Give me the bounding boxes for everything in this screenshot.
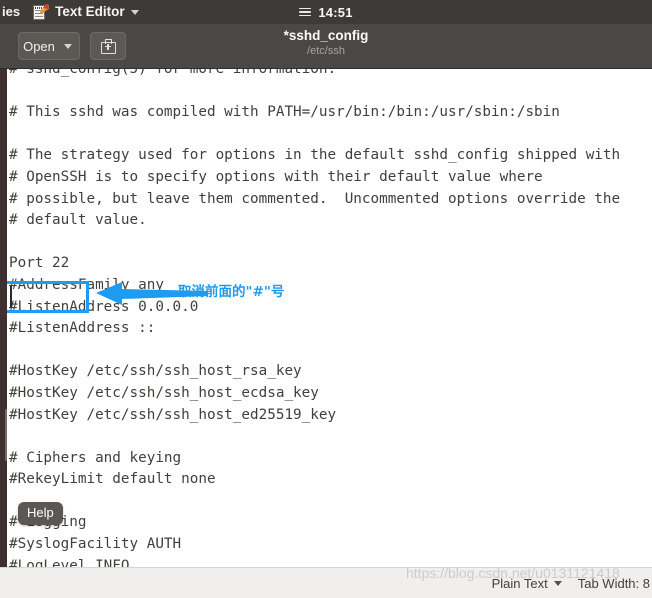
editor-content[interactable]: # sshd_config(5) for more information. #… — [9, 69, 620, 567]
save-icon — [100, 38, 116, 54]
clock-label[interactable]: 14:51 — [318, 5, 352, 20]
help-tooltip: Help — [18, 502, 63, 525]
chevron-down-icon — [553, 580, 562, 586]
annotation-text: 取消前面的"#"号 — [178, 284, 285, 300]
open-button[interactable]: Open — [18, 32, 80, 60]
panel-left-group: ies Text Editor — [0, 0, 139, 24]
panel-truncated-menu-item[interactable]: ies — [0, 0, 24, 24]
hamburger-menu-icon[interactable] — [299, 7, 312, 17]
language-selector[interactable]: Plain Text — [492, 576, 562, 591]
chevron-down-icon — [63, 43, 72, 49]
open-button-label: Open — [23, 38, 55, 54]
app-menu-name[interactable]: Text Editor — [55, 0, 125, 24]
screenshot-root: ies Text Editor 14:51 Open *sshd_config … — [0, 0, 652, 598]
text-caret — [10, 286, 12, 307]
chevron-down-icon[interactable] — [130, 9, 139, 15]
tab-width-label: Tab Width: 8 — [577, 575, 650, 591]
window-header-bar: Open *sshd_config /etc/ssh — [0, 24, 652, 69]
text-editor-icon — [32, 3, 50, 21]
language-label: Plain Text — [491, 575, 548, 591]
highlight-box — [3, 281, 89, 313]
status-bar: Plain Text Tab Width: 8 — [0, 567, 652, 598]
launcher-edge-strip[interactable] — [0, 69, 7, 567]
save-button[interactable] — [90, 32, 126, 60]
unity-top-panel: ies Text Editor 14:51 — [0, 0, 652, 24]
editor-text-area[interactable]: # sshd_config(5) for more information. #… — [0, 69, 652, 567]
tab-width-selector[interactable]: Tab Width: 8 — [578, 576, 650, 591]
